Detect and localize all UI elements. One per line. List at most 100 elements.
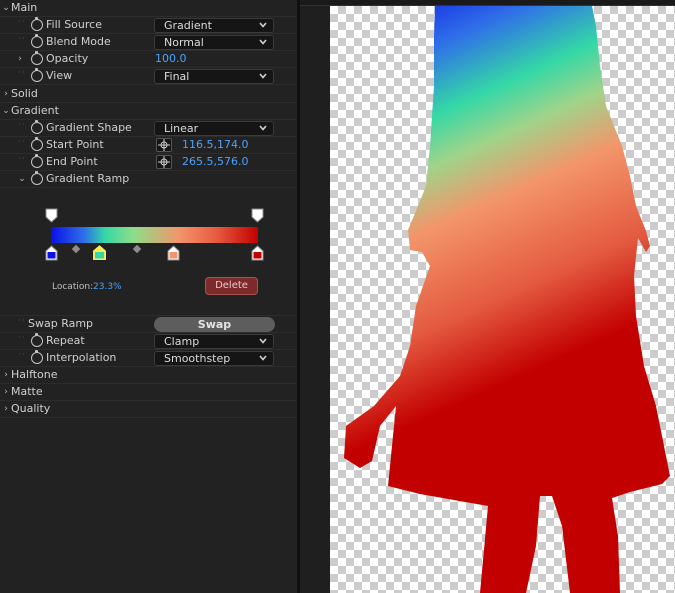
section-main-label: Main <box>11 1 38 14</box>
chevron-down-icon <box>259 73 267 79</box>
opacity-label: Opacity <box>46 52 89 65</box>
chevron-down-icon <box>259 338 267 344</box>
chevron-down-icon <box>259 39 267 45</box>
prop-start-point: ·· Start Point 116.5,174.0 <box>0 137 297 154</box>
chevron-down-icon[interactable]: ⌄ <box>1 104 11 118</box>
fill-source-label: Fill Source <box>46 18 102 31</box>
stopwatch-icon[interactable] <box>31 171 43 185</box>
repeat-dropdown[interactable]: Clamp <box>154 334 274 349</box>
gradient-shape-value: Linear <box>164 122 199 135</box>
indent-dots: ·· <box>18 137 26 147</box>
gradient-ramp-label: Gradient Ramp <box>46 172 130 185</box>
stopwatch-icon[interactable] <box>31 154 43 168</box>
start-point-value[interactable]: 116.5,174.0 <box>182 138 248 151</box>
location-value[interactable]: 23.3% <box>93 282 122 292</box>
indent-dots: ·· <box>18 34 26 44</box>
chevron-down-icon <box>259 22 267 28</box>
interpolation-dropdown[interactable]: Smoothstep <box>154 351 274 366</box>
prop-blend-mode: ·· Blend Mode Normal <box>0 34 297 51</box>
prop-repeat: ·· Repeat Clamp <box>0 333 297 350</box>
opacity-stop-right[interactable] <box>251 208 264 223</box>
character-silhouette <box>344 6 670 593</box>
chevron-right-icon[interactable]: › <box>1 368 11 382</box>
color-stop-4[interactable] <box>251 245 264 261</box>
indent-dots: ·· <box>18 154 26 164</box>
chevron-right-icon[interactable]: › <box>1 402 11 416</box>
section-halftone[interactable]: › Halftone <box>0 367 297 384</box>
stopwatch-icon[interactable] <box>31 51 43 65</box>
stopwatch-icon[interactable] <box>31 17 43 31</box>
indent-dots: ·· <box>18 68 26 78</box>
prop-gradient-ramp: ⌄ Gradient Ramp <box>0 171 297 188</box>
fill-source-dropdown[interactable]: Gradient <box>154 18 274 33</box>
stopwatch-icon[interactable] <box>31 350 43 364</box>
chevron-down-icon <box>259 125 267 131</box>
prop-gradient-shape: ·· Gradient Shape Linear <box>0 120 297 137</box>
effect-controls-panel: ⌄ Main ·· Fill Source Gradient ·· Blend … <box>0 0 297 593</box>
chevron-down-icon[interactable]: ⌄ <box>1 1 11 15</box>
composition-viewer <box>300 0 675 593</box>
section-solid[interactable]: › Solid <box>0 86 297 103</box>
location-label: Location: <box>52 282 94 292</box>
prop-interpolation: ·· Interpolation Smoothstep <box>0 350 297 367</box>
section-gradient[interactable]: ⌄ Gradient <box>0 103 297 120</box>
prop-view: ·· View Final <box>0 68 297 85</box>
section-quality[interactable]: › Quality <box>0 401 297 418</box>
color-stop-2-selected[interactable] <box>91 243 108 262</box>
color-stop-1[interactable] <box>45 245 58 261</box>
section-matte[interactable]: › Matte <box>0 384 297 401</box>
viewer-canvas[interactable] <box>330 6 675 593</box>
gradient-shape-dropdown[interactable]: Linear <box>154 121 274 136</box>
chevron-right-icon[interactable]: › <box>1 385 11 399</box>
stopwatch-icon[interactable] <box>31 34 43 48</box>
end-point-label: End Point <box>46 155 98 168</box>
section-main[interactable]: ⌄ Main <box>0 0 297 17</box>
start-point-label: Start Point <box>46 138 104 151</box>
indent-dots: ·· <box>18 316 26 326</box>
prop-fill-source: ·· Fill Source Gradient <box>0 17 297 34</box>
prop-opacity: › Opacity 100.0 <box>0 51 297 68</box>
midpoint-diamond[interactable] <box>71 244 81 254</box>
stopwatch-icon[interactable] <box>31 120 43 134</box>
midpoint-diamond[interactable] <box>132 244 142 254</box>
interpolation-value: Smoothstep <box>164 352 231 365</box>
stopwatch-icon[interactable] <box>31 68 43 82</box>
indent-dots: ·· <box>18 333 26 343</box>
section-halftone-label: Halftone <box>11 368 58 381</box>
chevron-right-icon[interactable]: › <box>15 52 25 66</box>
prop-swap-ramp: ·· Swap Ramp Swap <box>0 316 297 333</box>
indent-dots: ·· <box>18 17 26 27</box>
crosshair-icon[interactable] <box>156 155 172 169</box>
indent-dots: ·· <box>18 120 26 130</box>
stopwatch-icon[interactable] <box>31 137 43 151</box>
blend-mode-dropdown[interactable]: Normal <box>154 35 274 50</box>
repeat-value: Clamp <box>164 335 200 348</box>
gradient-ramp-editor: Location: 23.3% Delete <box>0 189 297 316</box>
view-dropdown[interactable]: Final <box>154 69 274 84</box>
gradient-ramp-bar[interactable] <box>51 227 258 243</box>
color-stop-3[interactable] <box>167 245 180 261</box>
swap-button[interactable]: Swap <box>154 317 275 332</box>
section-matte-label: Matte <box>11 385 43 398</box>
end-point-value[interactable]: 265.5,576.0 <box>182 155 248 168</box>
crosshair-icon[interactable] <box>156 138 172 152</box>
stopwatch-icon[interactable] <box>31 333 43 347</box>
blend-mode-value: Normal <box>164 36 204 49</box>
opacity-stop-left[interactable] <box>45 208 58 223</box>
fill-source-value: Gradient <box>164 19 212 32</box>
opacity-value[interactable]: 100.0 <box>155 52 187 65</box>
repeat-label: Repeat <box>46 334 85 347</box>
chevron-right-icon[interactable]: › <box>1 87 11 101</box>
interpolation-label: Interpolation <box>46 351 117 364</box>
swap-ramp-label: Swap Ramp <box>28 317 94 330</box>
view-label: View <box>46 69 73 82</box>
blend-mode-label: Blend Mode <box>46 35 111 48</box>
section-quality-label: Quality <box>11 402 51 415</box>
chevron-down-icon[interactable]: ⌄ <box>17 172 27 186</box>
chevron-down-icon <box>259 355 267 361</box>
prop-end-point: ·· End Point 265.5,576.0 <box>0 154 297 171</box>
section-solid-label: Solid <box>11 87 38 100</box>
section-gradient-label: Gradient <box>11 104 59 117</box>
indent-dots: ·· <box>18 350 26 360</box>
delete-stop-button[interactable]: Delete <box>205 277 258 295</box>
